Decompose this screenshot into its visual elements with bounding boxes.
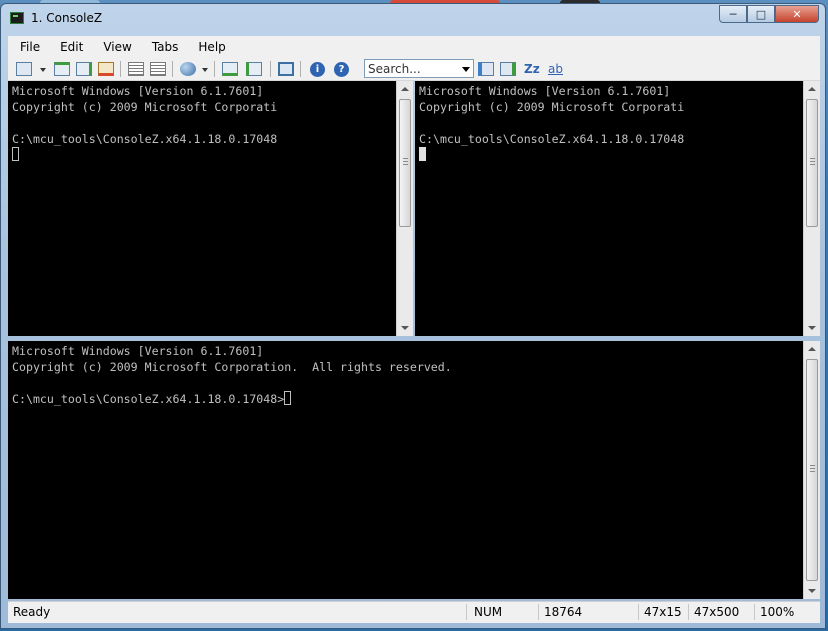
status-divider: [688, 604, 689, 620]
grip-icon: [810, 158, 815, 159]
console-prompt: C:\mcu_tools\ConsoleZ.x64.1.18.0.17048: [419, 132, 685, 146]
status-divider: [466, 604, 467, 620]
console-output: Microsoft Windows [Version 6.1.7601] Cop…: [12, 83, 277, 163]
search-prev-icon[interactable]: [478, 62, 494, 76]
group-icon[interactable]: [180, 62, 196, 76]
search-next-icon[interactable]: [500, 62, 516, 76]
minimize-button[interactable]: ─: [719, 5, 747, 23]
maximize-button[interactable]: □: [747, 5, 775, 23]
console-output: Microsoft Windows [Version 6.1.7601] Cop…: [12, 343, 452, 407]
console-output: Microsoft Windows [Version 6.1.7601] Cop…: [419, 83, 684, 163]
window-title: 1. ConsoleZ: [31, 11, 103, 25]
whole-word-icon[interactable]: ab: [548, 62, 566, 76]
toolbar-separator: [120, 61, 121, 77]
menu-edit[interactable]: Edit: [48, 40, 91, 54]
menu-bar: File Edit View Tabs Help: [8, 36, 820, 58]
grip-icon: [810, 465, 815, 466]
consolez-window: 1. ConsoleZ ─ □ ✕ File Edit View Tabs He…: [0, 3, 826, 629]
group-dropdown-icon[interactable]: [202, 68, 208, 72]
search-combo[interactable]: Search...: [364, 59, 474, 78]
vertical-scrollbar[interactable]: [803, 341, 820, 599]
scroll-down-icon[interactable]: [401, 326, 409, 330]
console-prompt: C:\mcu_tools\ConsoleZ.x64.1.18.0.17048: [12, 132, 278, 146]
search-input[interactable]: Search...: [368, 62, 421, 76]
vertical-scrollbar[interactable]: [803, 81, 820, 336]
menu-tabs[interactable]: Tabs: [140, 40, 187, 54]
menu-help[interactable]: Help: [186, 40, 233, 54]
match-case-icon[interactable]: Zz: [524, 62, 542, 76]
console-pane-top-right[interactable]: Microsoft Windows [Version 6.1.7601] Cop…: [415, 81, 820, 336]
scroll-down-icon[interactable]: [808, 326, 816, 330]
console-line: Copyright (c) 2009 Microsoft Corporati: [12, 100, 278, 114]
status-divider: [754, 604, 755, 620]
grip-icon: [810, 161, 815, 162]
clone-tab-icon[interactable]: [98, 62, 114, 76]
scroll-thumb[interactable]: [806, 99, 818, 227]
console-pane-bottom[interactable]: Microsoft Windows [Version 6.1.7601] Cop…: [8, 341, 820, 599]
split-horizontal-icon[interactable]: [54, 62, 70, 76]
grip-icon: [403, 158, 408, 159]
num-lock-indicator: NUM: [474, 605, 503, 619]
zoom-level: 100%: [760, 605, 795, 619]
console-line: Microsoft Windows [Version 6.1.7601]: [12, 344, 264, 358]
text-cursor: [284, 391, 292, 405]
vertical-scrollbar[interactable]: [396, 81, 413, 336]
select-all-icon[interactable]: [222, 62, 238, 76]
status-message: Ready: [13, 605, 51, 619]
console-line: Microsoft Windows [Version 6.1.7601]: [12, 84, 264, 98]
chevron-down-icon[interactable]: [462, 67, 470, 72]
merge-icon[interactable]: [246, 62, 262, 76]
new-tab-icon[interactable]: [16, 62, 32, 76]
new-tab-dropdown-icon[interactable]: [40, 68, 46, 72]
scroll-thumb[interactable]: [806, 359, 818, 581]
help-icon[interactable]: ?: [334, 62, 349, 77]
console-pane-top-left[interactable]: Microsoft Windows [Version 6.1.7601] Cop…: [8, 81, 413, 336]
fullscreen-icon[interactable]: [278, 62, 294, 76]
scroll-up-icon[interactable]: [808, 347, 816, 351]
console-line: Copyright (c) 2009 Microsoft Corporati: [419, 100, 685, 114]
grip-icon: [403, 164, 408, 165]
text-cursor: [419, 147, 426, 161]
copy-icon[interactable]: [128, 62, 144, 76]
console-prompt: C:\mcu_tools\ConsoleZ.x64.1.18.0.17048>: [12, 392, 285, 406]
console-app-icon[interactable]: [10, 12, 24, 24]
grip-icon: [810, 468, 815, 469]
console-line: Microsoft Windows [Version 6.1.7601]: [419, 84, 671, 98]
status-divider: [638, 604, 639, 620]
text-cursor: [12, 147, 19, 161]
menu-file[interactable]: File: [8, 40, 48, 54]
title-bar[interactable]: 1. ConsoleZ ─ □ ✕: [1, 4, 825, 34]
console-line: Copyright (c) 2009 Microsoft Corporation…: [12, 360, 452, 374]
caption-buttons: ─ □ ✕: [719, 5, 819, 23]
close-icon: ✕: [792, 7, 802, 21]
buffer-size: 47x500: [694, 605, 740, 619]
grip-icon: [810, 471, 815, 472]
menu-view[interactable]: View: [91, 40, 139, 54]
split-vertical-icon[interactable]: [76, 62, 92, 76]
status-bar: Ready NUM 18764 47x15 47x500 100%: [8, 601, 820, 623]
maximize-icon: □: [755, 7, 767, 21]
toolbar: i ? Search... Zz ab: [8, 58, 820, 81]
minimize-icon: ─: [729, 7, 737, 21]
toolbar-separator: [214, 61, 215, 77]
scroll-up-icon[interactable]: [808, 87, 816, 91]
info-icon[interactable]: i: [310, 62, 325, 77]
scroll-up-icon[interactable]: [401, 87, 409, 91]
scroll-down-icon[interactable]: [808, 589, 816, 593]
status-divider: [538, 604, 539, 620]
close-button[interactable]: ✕: [775, 5, 819, 23]
toolbar-separator: [270, 61, 271, 77]
toolbar-separator: [172, 61, 173, 77]
console-size: 47x15: [644, 605, 682, 619]
toolbar-separator: [300, 61, 301, 77]
grip-icon: [810, 164, 815, 165]
scroll-thumb[interactable]: [399, 99, 411, 227]
paste-icon[interactable]: [150, 62, 166, 76]
process-id: 18764: [544, 605, 583, 619]
grip-icon: [403, 161, 408, 162]
